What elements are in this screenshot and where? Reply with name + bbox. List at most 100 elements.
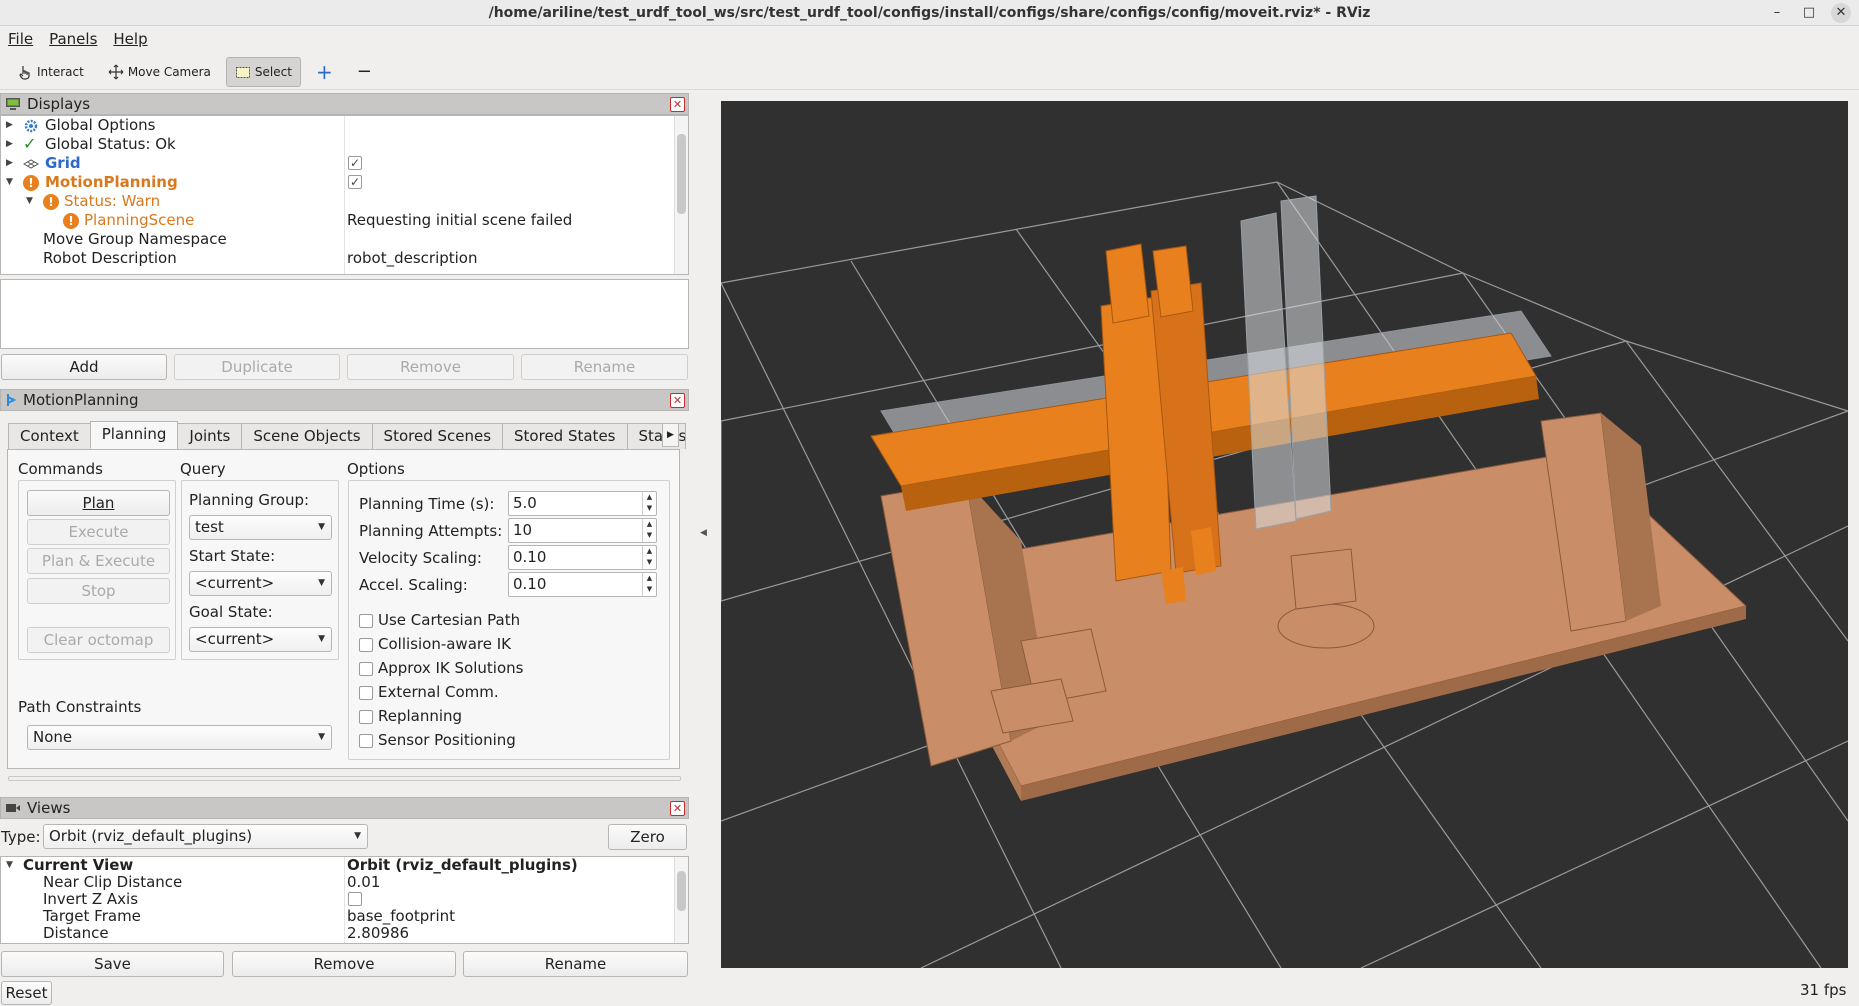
stop-button[interactable]: Stop xyxy=(27,578,170,604)
remove-tool-button[interactable]: − xyxy=(348,57,381,87)
tree-row-status-warn[interactable]: ▼ ! Status: Warn xyxy=(1,192,688,211)
approx-ik-checkbox[interactable] xyxy=(359,662,373,676)
tree-row-robot-description[interactable]: Robot Description robot_description xyxy=(1,249,688,268)
grid-enabled-checkbox[interactable] xyxy=(348,154,362,173)
sensor-positioning-checkbox[interactable] xyxy=(359,734,373,748)
motion-planning-panel-header: MotionPlanning ✕ xyxy=(0,389,689,411)
chevron-down-icon: ▼ xyxy=(354,831,361,841)
planning-group-select[interactable]: test ▼ xyxy=(189,515,332,540)
robot-model xyxy=(870,195,1748,801)
tree-row-grid[interactable]: ▶ Grid xyxy=(1,154,688,173)
interact-label: Interact xyxy=(37,64,84,79)
collapse-arrow-icon[interactable]: ▼ xyxy=(26,192,36,211)
tab-context[interactable]: Context xyxy=(8,423,91,449)
menu-file[interactable]: File xyxy=(8,28,33,50)
external-comm-label: External Comm. xyxy=(378,683,499,701)
tree-row-invert-z[interactable]: Invert Z Axis xyxy=(1,891,688,908)
tree-row-global-status[interactable]: ▶ ✓ Global Status: Ok xyxy=(1,135,688,154)
horizontal-scrollbar[interactable] xyxy=(8,776,681,781)
tree-row-near-clip[interactable]: Near Clip Distance 0.01 xyxy=(1,874,688,891)
hand-pointer-icon xyxy=(19,65,30,80)
collapse-arrow-icon[interactable]: ▼ xyxy=(6,173,16,192)
expand-arrow-icon[interactable]: ▶ xyxy=(6,154,16,173)
scrollbar-thumb[interactable] xyxy=(677,134,686,214)
execute-button[interactable]: Execute xyxy=(27,519,170,545)
add-display-button[interactable]: Add xyxy=(1,354,167,380)
planning-attempts-value: 10 xyxy=(513,521,533,539)
tab-stored-states[interactable]: Stored States xyxy=(502,423,628,449)
views-scrollbar[interactable] xyxy=(674,857,688,943)
accel-scaling-input[interactable]: 0.10 ▲ ▼ xyxy=(508,572,657,597)
remove-display-button[interactable]: Remove xyxy=(347,354,514,380)
close-motion-planning-button[interactable]: ✕ xyxy=(670,393,685,408)
expand-arrow-icon[interactable]: ▶ xyxy=(6,135,16,154)
tab-stored-scenes[interactable]: Stored Scenes xyxy=(371,423,504,449)
scene-canvas[interactable] xyxy=(721,101,1848,968)
spin-arrows-icon[interactable]: ▲ ▼ xyxy=(642,573,656,596)
collapse-arrow-icon[interactable]: ▼ xyxy=(6,857,16,874)
scrollbar-thumb[interactable] xyxy=(677,871,686,911)
velocity-scaling-input[interactable]: 0.10 ▲ ▼ xyxy=(508,545,657,570)
path-constraints-select[interactable]: None ▼ xyxy=(27,725,332,750)
planning-time-input[interactable]: 5.0 ▲ ▼ xyxy=(508,491,657,516)
menu-help[interactable]: Help xyxy=(113,28,147,50)
tree-row-current-view[interactable]: ▼ Current View Orbit (rviz_default_plugi… xyxy=(1,857,688,874)
use-cartesian-path-checkbox[interactable] xyxy=(359,614,373,628)
remove-view-button[interactable]: Remove xyxy=(232,951,456,977)
minimize-button[interactable]: – xyxy=(1767,3,1787,23)
velocity-scaling-value: 0.10 xyxy=(513,548,547,566)
views-tree: ▼ Current View Orbit (rviz_default_plugi… xyxy=(0,856,689,944)
planning-group-value: test xyxy=(195,518,224,536)
tree-value: Requesting initial scene failed xyxy=(347,211,573,229)
tab-scene-objects[interactable]: Scene Objects xyxy=(241,423,373,449)
collapse-panel-handle[interactable]: ◀ xyxy=(700,528,707,538)
plan-execute-button[interactable]: Plan & Execute xyxy=(27,548,170,574)
tree-row-global-options[interactable]: ▶ Global Options xyxy=(1,116,688,135)
menu-panels[interactable]: Panels xyxy=(49,28,97,50)
spin-arrows-icon[interactable]: ▲ ▼ xyxy=(642,519,656,542)
collision-aware-ik-checkbox[interactable] xyxy=(359,638,373,652)
plan-button[interactable]: Plan xyxy=(27,490,170,516)
rename-display-button[interactable]: Rename xyxy=(521,354,688,380)
tree-row-motion-planning[interactable]: ▼ ! MotionPlanning xyxy=(1,173,688,192)
replanning-checkbox[interactable] xyxy=(359,710,373,724)
tree-value: 2.80986 xyxy=(347,924,410,942)
close-views-button[interactable]: ✕ xyxy=(670,801,685,816)
tree-row-distance[interactable]: Distance 2.80986 xyxy=(1,925,688,942)
spin-arrows-icon[interactable]: ▲ ▼ xyxy=(642,492,656,515)
monitor-icon xyxy=(6,98,20,110)
tree-row-move-group-namespace[interactable]: Move Group Namespace xyxy=(1,230,688,249)
tab-joints[interactable]: Joints xyxy=(177,423,243,449)
render-viewport[interactable] xyxy=(721,101,1848,968)
view-type-select[interactable]: Orbit (rviz_default_plugins) ▼ xyxy=(43,824,368,849)
reset-button[interactable]: Reset xyxy=(1,981,52,1005)
duplicate-display-button[interactable]: Duplicate xyxy=(174,354,340,380)
interact-tool[interactable]: Interact xyxy=(8,57,93,87)
tab-planning[interactable]: Planning xyxy=(89,421,179,449)
move-camera-tool[interactable]: Move Camera xyxy=(99,57,220,87)
zero-view-button[interactable]: Zero xyxy=(608,824,687,850)
motion-planning-enabled-checkbox[interactable] xyxy=(348,173,362,192)
select-tool[interactable]: Select xyxy=(225,56,301,87)
clear-octomap-button[interactable]: Clear octomap xyxy=(27,627,170,653)
save-view-button[interactable]: Save xyxy=(1,951,224,977)
tab-scroll-right-button[interactable]: ▶ xyxy=(662,423,679,447)
tree-row-target-frame[interactable]: Target Frame base_footprint xyxy=(1,908,688,925)
planning-attempts-input[interactable]: 10 ▲ ▼ xyxy=(508,518,657,543)
invert-z-checkbox[interactable] xyxy=(348,892,362,906)
start-state-select[interactable]: <current> ▼ xyxy=(189,571,332,596)
close-window-button[interactable]: ✕ xyxy=(1831,3,1851,23)
path-constraints-title: Path Constraints xyxy=(18,698,142,716)
spin-arrows-icon[interactable]: ▲ ▼ xyxy=(642,546,656,569)
maximize-button[interactable]: □ xyxy=(1799,3,1819,23)
options-title: Options xyxy=(347,460,405,478)
tree-label: Robot Description xyxy=(43,249,177,267)
external-comm-checkbox[interactable] xyxy=(359,686,373,700)
expand-arrow-icon[interactable]: ▶ xyxy=(6,116,16,135)
goal-state-select[interactable]: <current> ▼ xyxy=(189,627,332,652)
displays-scrollbar[interactable] xyxy=(674,116,688,274)
close-displays-button[interactable]: ✕ xyxy=(670,97,685,112)
rename-view-button[interactable]: Rename xyxy=(463,951,688,977)
add-tool-button[interactable]: + xyxy=(307,57,342,87)
tree-row-planning-scene[interactable]: ! PlanningScene Requesting initial scene… xyxy=(1,211,688,230)
